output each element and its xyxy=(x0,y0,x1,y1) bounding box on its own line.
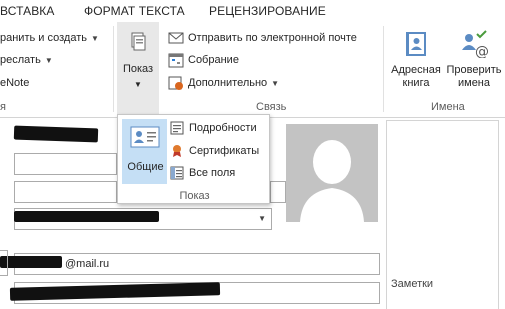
certificate-icon xyxy=(170,144,184,158)
email-field[interactable]: @mail.ru xyxy=(14,253,380,275)
details-icon xyxy=(170,121,184,135)
redacted-name xyxy=(13,125,99,143)
field-edge xyxy=(270,181,286,203)
check-names-label: Проверить имена xyxy=(446,64,502,89)
onenote-button[interactable]: eNote xyxy=(0,73,29,93)
onenote-label: eNote xyxy=(0,77,30,89)
email-value: @mail.ru xyxy=(65,258,110,270)
meeting-button[interactable]: Собрание xyxy=(168,50,239,70)
redacted-email xyxy=(0,256,62,268)
more-icon xyxy=(168,75,184,91)
general-view-label: Общие xyxy=(127,161,164,173)
calendar-icon xyxy=(168,52,184,68)
show-group-label: Показ xyxy=(179,190,210,202)
address-book-icon xyxy=(402,30,430,58)
person-silhouette-icon xyxy=(300,140,364,222)
more-button[interactable]: Дополнительно ▼ xyxy=(168,73,279,93)
ribbon-tab-bar: ВСТАВКА ФОРМАТ ТЕКСТА РЕЦЕНЗИРОВАНИЕ xyxy=(0,0,505,22)
more-label: Дополнительно xyxy=(188,77,268,89)
tab-format-text[interactable]: ФОРМАТ ТЕКСТА xyxy=(84,4,185,18)
communicate-group-label: Связь xyxy=(256,101,287,113)
group-divider xyxy=(113,26,114,112)
details-label: Подробности xyxy=(189,122,257,134)
show-button[interactable]: Показ ▼ xyxy=(117,22,159,118)
ribbon: ранить и создать ▼ реслать ▼ eNote я Пок… xyxy=(0,22,505,118)
forward-label: реслать xyxy=(0,54,41,66)
names-group-label: Имена xyxy=(431,101,465,113)
show-button-label: Показ xyxy=(122,63,154,75)
chevron-down-icon: ▼ xyxy=(134,80,142,89)
save-and-new-label: ранить и создать xyxy=(0,32,87,44)
show-dropdown: Общие Подробности Сертификаты Все поля П… xyxy=(117,114,270,204)
contact-card-icon xyxy=(130,126,160,148)
details-view-item[interactable]: Подробности xyxy=(170,118,257,138)
contact-photo[interactable] xyxy=(286,124,378,222)
tab-insert[interactable]: ВСТАВКА xyxy=(0,4,55,18)
meeting-label: Собрание xyxy=(188,54,239,66)
all-fields-view-item[interactable]: Все поля xyxy=(170,163,235,183)
send-email-label: Отправить по электронной почте xyxy=(188,32,357,44)
chevron-down-icon: ▼ xyxy=(44,55,53,65)
email-type-button[interactable] xyxy=(0,250,8,276)
show-icon xyxy=(129,32,147,52)
tab-review[interactable]: РЕЦЕНЗИРОВАНИЕ xyxy=(209,4,326,18)
notes-label: Заметки xyxy=(391,278,434,290)
forward-button[interactable]: реслать ▼ xyxy=(0,50,53,70)
all-fields-icon xyxy=(170,166,184,180)
check-names-button[interactable]: @ Проверить имена xyxy=(444,30,504,90)
redacted-file-as xyxy=(14,211,159,222)
address-book-label: Адресная книга xyxy=(391,64,441,89)
email-icon xyxy=(168,30,184,46)
all-fields-label: Все поля xyxy=(189,167,236,179)
check-names-icon: @ xyxy=(459,30,489,60)
chevron-down-icon: ▼ xyxy=(258,214,266,223)
certificates-label: Сертификаты xyxy=(189,145,260,157)
svg-text:@: @ xyxy=(475,44,489,58)
general-view-button[interactable]: Общие xyxy=(122,119,167,184)
send-email-button[interactable]: Отправить по электронной почте xyxy=(168,28,357,48)
chevron-down-icon: ▼ xyxy=(271,78,280,88)
chevron-down-icon: ▼ xyxy=(90,33,99,43)
save-and-new-button[interactable]: ранить и создать ▼ xyxy=(0,28,99,48)
actions-group-label: я xyxy=(0,101,6,113)
certificates-view-item[interactable]: Сертификаты xyxy=(170,141,259,161)
job-title-field[interactable] xyxy=(14,181,117,203)
address-book-button[interactable]: Адресная книга xyxy=(388,30,444,90)
company-field[interactable] xyxy=(14,153,117,175)
group-divider xyxy=(383,26,384,112)
